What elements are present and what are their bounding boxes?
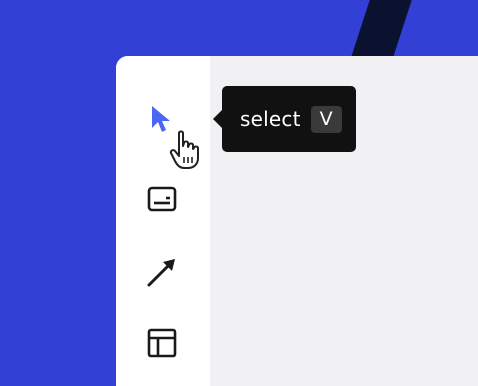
frame-icon (147, 186, 177, 212)
select-tooltip: select V (213, 86, 356, 152)
arrow-tool-button[interactable] (140, 250, 184, 294)
hand-pointer-icon (168, 130, 202, 174)
layout-tool-button[interactable] (140, 321, 184, 365)
layout-icon (147, 328, 177, 358)
tooltip-label: select (240, 107, 301, 131)
shortcut-key-badge: V (310, 105, 342, 133)
diagonal-arrow-icon (147, 259, 175, 287)
frame-tool-button[interactable] (140, 177, 184, 221)
